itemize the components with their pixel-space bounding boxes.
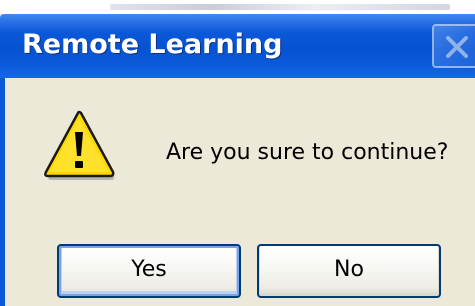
window-frame-left <box>0 78 5 306</box>
close-button[interactable] <box>432 24 475 68</box>
dialog-message: Are you sure to continue? <box>166 140 449 165</box>
title-bar[interactable]: Remote Learning <box>0 14 475 78</box>
warning-icon <box>44 110 115 180</box>
close-icon <box>446 36 468 58</box>
background-window-strip <box>0 0 475 14</box>
yes-button[interactable]: Yes <box>57 244 241 298</box>
confirm-dialog: Remote Learning Are you sure to continue… <box>0 14 475 306</box>
background-window-edge <box>110 4 450 10</box>
no-button[interactable]: No <box>257 244 441 298</box>
window-title: Remote Learning <box>22 29 283 60</box>
